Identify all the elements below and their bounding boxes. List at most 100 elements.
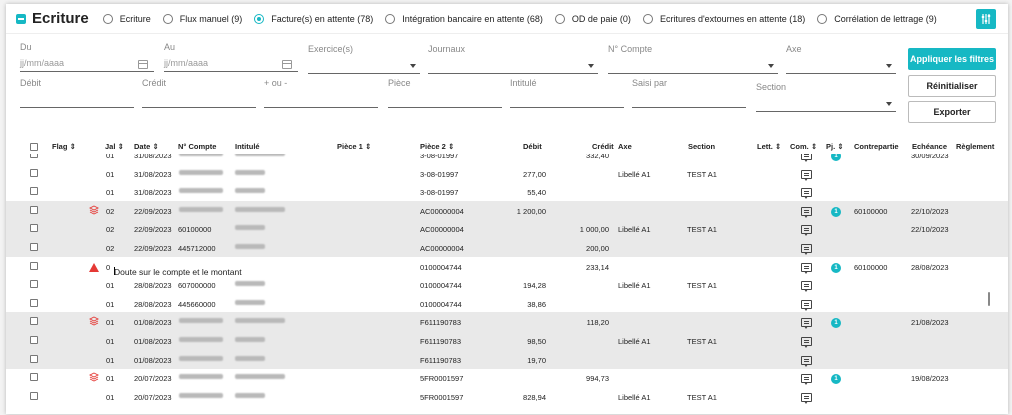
attachment-count-badge[interactable]: 1 <box>831 374 841 385</box>
tab-3[interactable]: Intégration bancaire en attente (68) <box>385 13 543 24</box>
plus-minus-field[interactable]: + ou - <box>264 78 378 108</box>
cell-debit: 277,00 <box>523 169 546 179</box>
radio-icon[interactable] <box>254 13 265 24</box>
row-checkbox[interactable] <box>30 317 38 326</box>
tab-4[interactable]: OD de paie (0) <box>554 13 631 24</box>
table-row[interactable]: 01 28/08/2023 607000000 0100004744 194,28 Lib… <box>6 275 1008 294</box>
vertical-scrollbar[interactable] <box>988 292 990 306</box>
comment-icon[interactable] <box>801 337 812 348</box>
comment-icon[interactable] <box>801 355 812 367</box>
exercice-select[interactable]: Exercice(s) <box>308 44 420 74</box>
calendar-icon[interactable] <box>138 60 148 69</box>
tab-0[interactable]: Ecriture <box>102 13 151 24</box>
table-row[interactable]: 01 31/08/2023 3-08-01997 332,40 1 30/09/2023 <box>6 154 1008 164</box>
comment-icon[interactable] <box>801 392 812 404</box>
cell-compte-redacted <box>179 318 223 324</box>
journaux-select[interactable]: Journaux <box>428 44 598 74</box>
radio-icon[interactable] <box>385 13 396 24</box>
section-select[interactable]: Section <box>756 82 896 112</box>
row-checkbox[interactable] <box>30 336 38 344</box>
comment-icon[interactable] <box>801 281 812 293</box>
col-jal[interactable]: Jal ⇕ <box>105 142 124 151</box>
col-date[interactable]: Date ⇕ <box>134 142 159 151</box>
row-checkbox[interactable] <box>30 373 38 382</box>
row-checkbox[interactable] <box>30 354 38 363</box>
col-piece2[interactable]: Pièce 2 ⇕ <box>420 142 454 151</box>
table-row[interactable]: 01 01/08/2023 F611190783 98,50 Libellé A1 TES… <box>6 331 1008 350</box>
table-row[interactable]: 01 01/08/2023 F611190783 118,20 1 21/08/2023 <box>6 312 1008 332</box>
table-row[interactable]: 01 20/07/2023 5FR0001597 828,94 Libellé A1 TE… <box>6 387 1008 406</box>
attachment-count-badge[interactable]: 1 <box>831 154 841 161</box>
attachment-count-badge[interactable]: 1 <box>831 262 841 273</box>
tab-1[interactable]: Flux manuel (9) <box>162 13 242 24</box>
comment-icon[interactable] <box>801 225 812 237</box>
col-flag[interactable]: Flag ⇕ <box>52 142 76 151</box>
apply-filters-button[interactable]: Appliquer les filtres <box>908 48 996 70</box>
filter-settings-button[interactable] <box>976 9 996 29</box>
cell-piece2: 0100004744 <box>420 299 462 309</box>
cell-debit: 55,40 <box>527 188 546 198</box>
comment-icon[interactable] <box>801 262 812 274</box>
cell-piece2: F611190783 <box>420 355 462 365</box>
radio-icon[interactable] <box>817 13 828 24</box>
comment-icon[interactable] <box>801 169 812 181</box>
comment-icon[interactable] <box>801 154 812 162</box>
table-row[interactable]: 0 Doute sur le compte et le montant 010000… <box>6 257 1008 277</box>
tab-6[interactable]: Corrélation de lettrage (9) <box>817 13 937 24</box>
col-credit: Crédit <box>592 142 614 151</box>
col-lett[interactable]: Lett. ⇕ <box>757 142 781 151</box>
col-pj[interactable]: Pj. ⇕ <box>826 142 844 151</box>
row-checkbox[interactable] <box>30 261 38 270</box>
axe-select[interactable]: Axe <box>786 44 896 74</box>
table-row[interactable]: 01 31/08/2023 3-08-01997 277,00 Libellé A1 TE… <box>6 164 1008 183</box>
tab-5[interactable]: Ecritures d'extournes en attente (18) <box>642 13 805 24</box>
table-row[interactable]: 01 20/07/2023 5FR0001597 994,73 1 19/08/2023 <box>6 368 1008 387</box>
table-row[interactable]: 01 31/08/2023 3-08-01997 55,40 <box>6 182 1008 201</box>
table-row[interactable]: 02 22/09/2023 60100000 AC00000004 1 000,00 Li… <box>6 219 1008 239</box>
reset-button[interactable]: Réinitialiser <box>908 75 996 97</box>
table-row[interactable]: 01 28/08/2023 445660000 0100004744 38,86 <box>6 294 1008 313</box>
row-checkbox[interactable] <box>30 168 38 177</box>
export-button[interactable]: Exporter <box>908 101 996 123</box>
radio-icon[interactable] <box>554 13 565 24</box>
piece-field[interactable]: Pièce <box>388 78 502 108</box>
cell-intitule-redacted <box>235 337 265 342</box>
cell-jal: 01 <box>106 154 115 160</box>
comment-icon[interactable] <box>801 318 812 330</box>
comment-icon[interactable] <box>801 188 812 200</box>
col-com[interactable]: Com. ⇕ <box>790 142 817 151</box>
tab-2[interactable]: Facture(s) en attente (78) <box>254 13 373 24</box>
date-from-field[interactable]: Du jj/mm/aaaa <box>20 42 154 72</box>
attachment-count-badge[interactable]: 1 <box>831 318 841 329</box>
table-row[interactable]: 02 22/09/2023 445712000 AC00000004 200,00 <box>6 238 1008 257</box>
cell-compte-redacted <box>179 206 223 212</box>
compte-select[interactable]: N° Compte <box>608 44 778 74</box>
calendar-icon[interactable] <box>282 60 292 69</box>
saisi-par-field[interactable]: Saisi par <box>632 78 746 108</box>
row-checkbox[interactable] <box>30 243 38 251</box>
row-checkbox[interactable] <box>30 280 38 289</box>
debit-field[interactable]: Débit <box>20 78 134 108</box>
radio-icon[interactable] <box>162 13 173 24</box>
table-row[interactable]: 01 01/08/2023 F611190783 19,70 <box>6 349 1008 369</box>
radio-icon[interactable] <box>102 13 113 24</box>
comment-icon[interactable] <box>801 206 812 218</box>
credit-field[interactable]: Crédit <box>142 78 256 108</box>
row-checkbox[interactable] <box>30 154 38 158</box>
row-checkbox[interactable] <box>30 298 38 307</box>
comment-icon[interactable] <box>801 244 812 255</box>
radio-icon[interactable] <box>642 13 653 24</box>
select-all-checkbox[interactable] <box>30 143 38 151</box>
comment-icon[interactable] <box>801 299 812 311</box>
row-checkbox[interactable] <box>30 205 38 214</box>
comment-icon[interactable] <box>801 374 812 386</box>
table-row[interactable]: 02 22/09/2023 AC00000004 1 200,00 1 60100000 2… <box>6 200 1008 220</box>
row-checkbox[interactable] <box>30 224 38 233</box>
row-checkbox[interactable] <box>30 391 38 400</box>
collapse-icon[interactable] <box>16 13 26 24</box>
col-piece1[interactable]: Pièce 1 ⇕ <box>337 142 371 151</box>
row-checkbox[interactable] <box>30 187 38 196</box>
intitule-field[interactable]: Intitulé <box>510 78 624 108</box>
date-to-field[interactable]: Au jj/mm/aaaa <box>164 42 298 72</box>
attachment-count-badge[interactable]: 1 <box>831 206 841 217</box>
